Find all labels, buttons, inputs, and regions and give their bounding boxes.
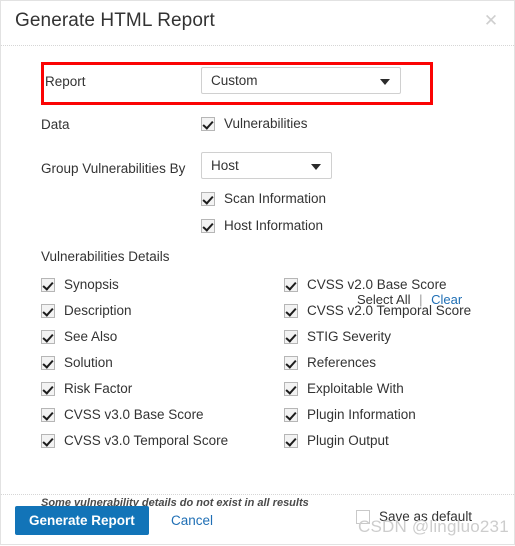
checkbox-plugin-information[interactable]: Plugin Information [284,407,416,422]
checkbox-vulnerabilities[interactable]: Vulnerabilities [201,116,308,131]
checkbox-scan-information[interactable]: Scan Information [201,191,326,206]
checkbox-cvss-v2-temporal-score[interactable]: CVSS v2.0 Temporal Score [284,303,471,318]
report-label: Report [45,74,86,89]
checkbox-label: Solution [64,355,113,370]
checkbox-host-information[interactable]: Host Information [201,218,323,233]
checkbox-label: STIG Severity [307,329,392,344]
page-title: Generate HTML Report [15,10,215,31]
group-by-select-value: Host [211,158,239,173]
dialog-header: Generate HTML Report ✕ [1,1,514,45]
checkbox-synopsis[interactable]: Synopsis [41,277,119,292]
checkbox-icon [41,277,55,292]
checkbox-risk-factor[interactable]: Risk Factor [41,381,132,396]
checkbox-icon [284,303,298,318]
checkbox-label: Vulnerabilities [224,116,308,131]
checkbox-description[interactable]: Description [41,303,132,318]
checkbox-label: Synopsis [64,277,119,292]
checkbox-solution[interactable]: Solution [41,355,113,370]
checkbox-label: CVSS v3.0 Temporal Score [64,433,229,448]
checkbox-icon [284,407,298,422]
checkbox-icon [284,381,298,396]
checkbox-stig-severity[interactable]: STIG Severity [284,329,391,344]
checkbox-icon [41,433,55,448]
checkbox-see-also[interactable]: See Also [41,329,117,344]
checkbox-cvss-v3-base-score[interactable]: CVSS v3.0 Base Score [41,407,204,422]
checkbox-icon [41,329,55,344]
checkbox-label: Exploitable With [307,381,404,396]
checkbox-plugin-output[interactable]: Plugin Output [284,433,389,448]
checkbox-save-as-default[interactable]: Save as default [356,509,472,524]
checkbox-cvss-v2-base-score[interactable]: CVSS v2.0 Base Score [284,277,447,292]
checkbox-exploitable-with[interactable]: Exploitable With [284,381,404,396]
checkbox-icon [41,355,55,370]
chevron-down-icon [311,164,321,170]
group-by-label: Group Vulnerabilities By [41,161,186,176]
checkbox-icon [356,509,370,524]
checkbox-icon [41,407,55,422]
group-by-select[interactable]: Host [201,152,332,179]
checkbox-label: Plugin Output [307,433,389,448]
checkbox-cvss-v3-temporal-score[interactable]: CVSS v3.0 Temporal Score [41,433,228,448]
checkbox-icon [284,433,298,448]
details-section-title: Vulnerabilities Details [41,249,170,264]
checkbox-label: CVSS v3.0 Base Score [64,407,204,422]
checkbox-icon [201,218,215,233]
generate-report-button[interactable]: Generate Report [15,506,149,535]
checkbox-label: Plugin Information [307,407,416,422]
checkbox-references[interactable]: References [284,355,376,370]
checkbox-label: References [307,355,377,370]
checkbox-icon [41,303,55,318]
checkbox-label: Risk Factor [64,381,133,396]
checkbox-label: CVSS v2.0 Temporal Score [307,303,472,318]
checkbox-icon [201,191,215,206]
generate-html-report-dialog: Generate HTML Report ✕ Report Custom Dat… [0,0,515,545]
checkbox-icon [201,116,215,131]
checkbox-icon [41,381,55,396]
cancel-button[interactable]: Cancel [171,513,213,528]
close-icon[interactable]: ✕ [480,10,502,32]
checkbox-icon [284,355,298,370]
checkbox-label: See Also [64,329,118,344]
checkbox-icon [284,277,298,292]
checkbox-label: CVSS v2.0 Base Score [307,277,447,292]
dialog-body: Report Custom Data Vulnerabilities Group… [1,46,514,509]
checkbox-label: Host Information [224,218,324,233]
report-select-value: Custom [211,73,258,88]
checkbox-icon [284,329,298,344]
report-select[interactable]: Custom [201,67,401,94]
checkbox-label: Scan Information [224,191,327,206]
data-label: Data [41,117,70,132]
checkbox-label: Save as default [379,509,473,524]
chevron-down-icon [380,79,390,85]
checkbox-label: Description [64,303,132,318]
